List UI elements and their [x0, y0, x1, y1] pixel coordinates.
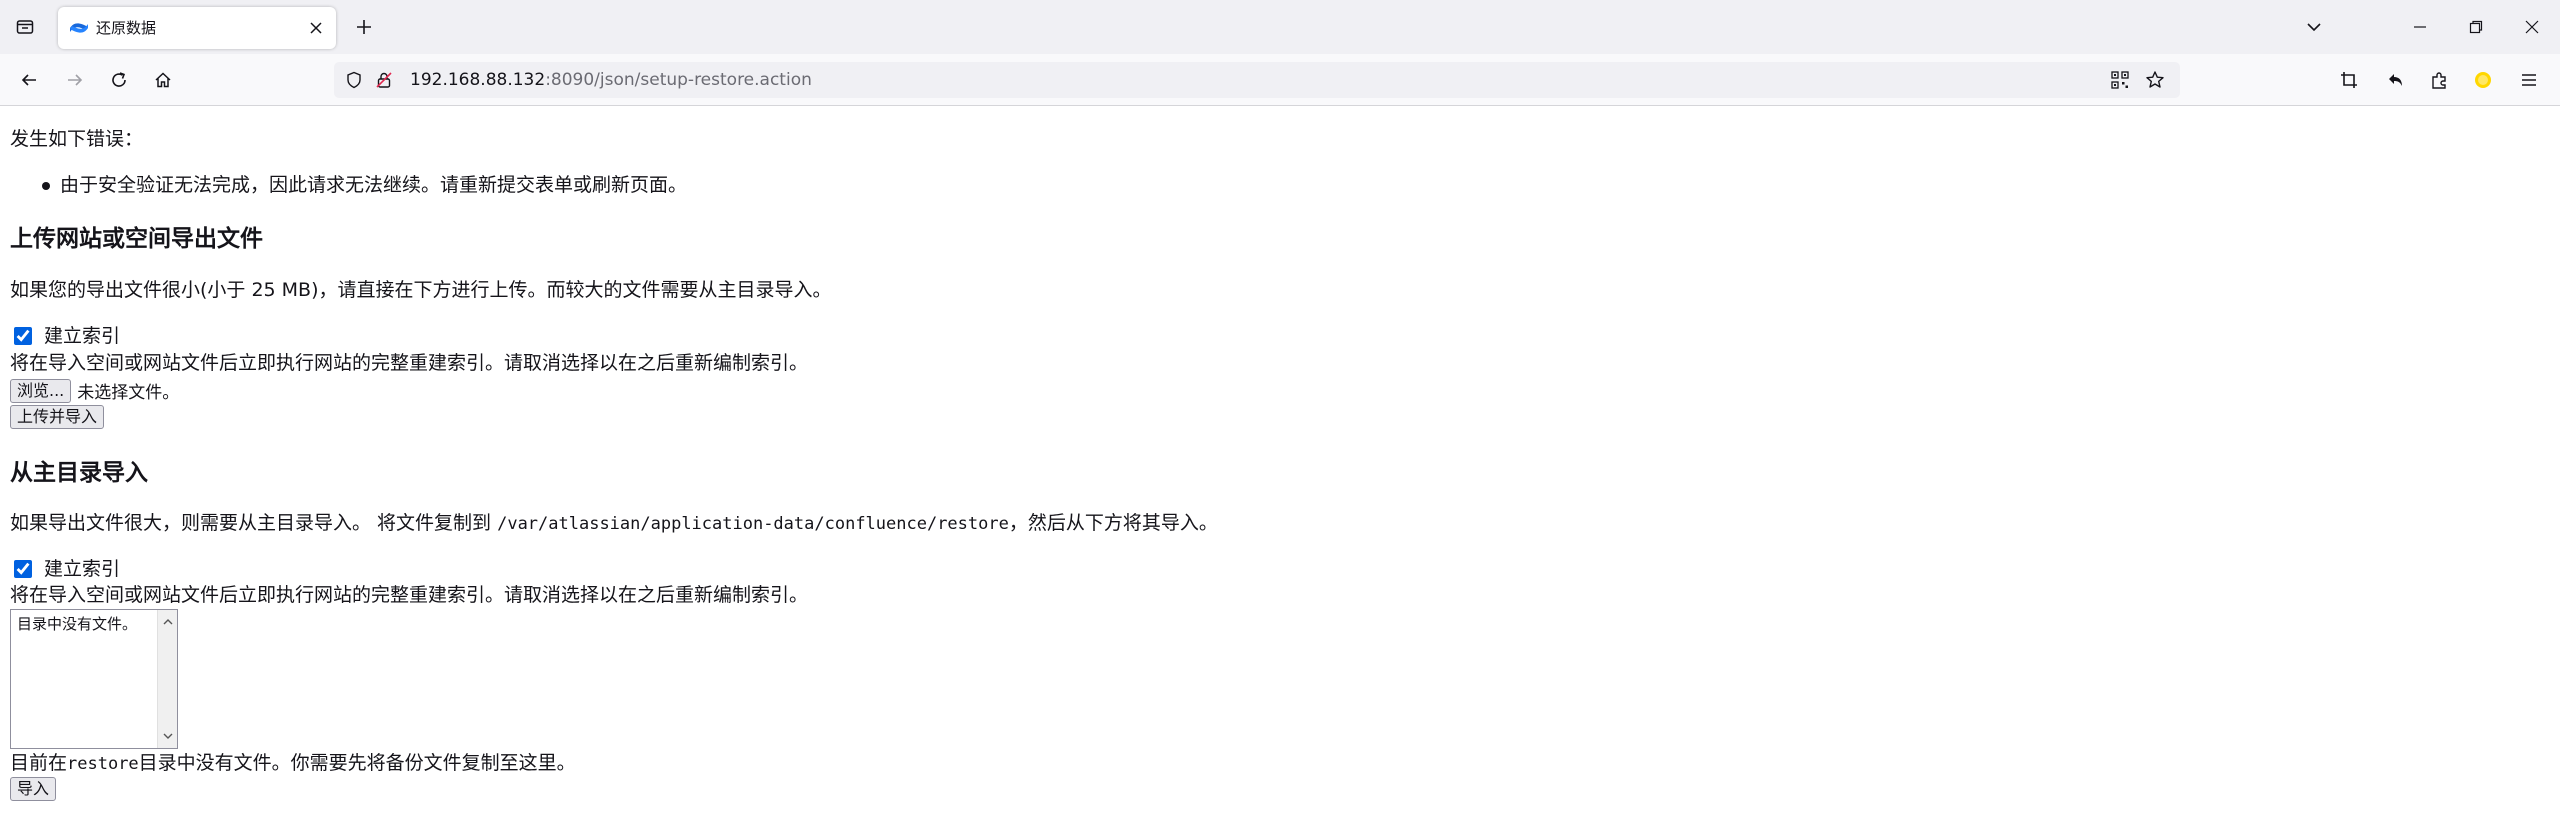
upload-index-option[interactable]: 建立索引 — [10, 323, 120, 349]
upload-section-heading: 上传网站或空间导出文件 — [10, 226, 263, 252]
no-files-suffix: 目录中没有文件。你需要先将备份文件复制至这里。 — [138, 752, 576, 774]
upload-and-import-button[interactable]: 上传并导入 — [10, 405, 105, 429]
active-tab[interactable]: 还原数据 — [58, 7, 336, 49]
restore-path: /var/atlassian/application-data/confluen… — [497, 514, 1009, 534]
scroll-up-arrow-icon[interactable] — [158, 612, 177, 632]
home-index-note: 将在导入空间或网站文件后立即执行网站的完整重建索引。请取消选择以在之后重新编制索… — [10, 584, 809, 606]
url-host: 192.168.88.132 — [410, 70, 546, 90]
back-arrow-icon[interactable] — [14, 65, 44, 95]
navigation-bar: 192.168.88.132:8090/json/setup-restore.a… — [0, 54, 2560, 106]
import-button[interactable]: 导入 — [10, 777, 57, 801]
insecure-lock-icon[interactable] — [374, 70, 394, 90]
home-section-heading: 从主目录导入 — [10, 460, 148, 486]
screenshot-crop-icon[interactable] — [2334, 65, 2364, 95]
file-list-scrollbar[interactable] — [157, 610, 177, 748]
error-item: 由于安全验证无法完成，因此请求无法继续。请重新提交表单或刷新页面。 — [38, 172, 687, 198]
file-list-empty-option[interactable]: 目录中没有文件。 — [17, 614, 137, 634]
home-description: 如果导出文件很大，则需要从主目录导入。 将文件复制到 /var/atlassia… — [10, 510, 1218, 537]
extensions-puzzle-icon[interactable] — [2424, 65, 2454, 95]
tracking-protection-shield-icon[interactable] — [344, 70, 364, 90]
tab-bar: 还原数据 — [0, 0, 2560, 54]
restore-file-list[interactable]: 目录中没有文件。 — [10, 609, 178, 749]
home-description-text: 如果导出文件很大，则需要从主目录导入。 将文件复制到 — [10, 512, 498, 534]
home-index-option[interactable]: 建立索引 — [10, 556, 120, 582]
no-files-prefix: 目前在 — [10, 752, 68, 774]
upload-index-checkbox[interactable] — [14, 327, 32, 345]
scroll-down-arrow-icon[interactable] — [158, 726, 177, 746]
restore-dir-name: restore — [67, 754, 139, 774]
home-icon[interactable] — [148, 65, 178, 95]
close-window-icon[interactable] — [2504, 0, 2560, 54]
forward-arrow-icon[interactable] — [60, 65, 90, 95]
home-description-suffix: ，然后从下方将其导入。 — [1008, 512, 1218, 534]
page-content: 发生如下错误： 由于安全验证无法完成，因此请求无法继续。请重新提交表单或刷新页面… — [0, 106, 2560, 825]
account-avatar-icon[interactable] — [2468, 65, 2498, 95]
home-index-checkbox[interactable] — [14, 560, 32, 578]
restore-window-icon[interactable] — [2448, 0, 2504, 54]
url-path: :8090/json/setup-restore.action — [545, 70, 812, 90]
no-files-message: 目前在restore目录中没有文件。你需要先将备份文件复制至这里。 — [10, 750, 576, 777]
error-list: 由于安全验证无法完成，因此请求无法继续。请重新提交表单或刷新页面。 — [38, 172, 687, 198]
minimize-icon[interactable] — [2392, 0, 2448, 54]
upload-index-label: 建立索引 — [44, 325, 121, 347]
firefox-view-icon[interactable] — [10, 12, 40, 42]
new-tab-icon[interactable] — [350, 13, 378, 41]
upload-index-note: 将在导入空间或网站文件后立即执行网站的完整重建索引。请取消选择以在之后重新编制索… — [10, 352, 809, 374]
hamburger-menu-icon[interactable] — [2514, 65, 2544, 95]
reload-icon[interactable] — [104, 65, 134, 95]
url-text[interactable]: 192.168.88.132:8090/json/setup-restore.a… — [410, 69, 812, 91]
upload-description: 如果您的导出文件很小(小于 25 MB)，请直接在下方进行上传。而较大的文件需要… — [10, 279, 832, 301]
qr-code-icon[interactable] — [2110, 70, 2130, 90]
chevron-down-icon[interactable] — [2300, 13, 2328, 41]
file-picker: 浏览... 未选择文件。 — [10, 378, 179, 403]
undo-arrow-icon[interactable] — [2380, 65, 2410, 95]
error-title: 发生如下错误： — [10, 128, 144, 150]
file-status: 未选择文件。 — [77, 383, 180, 403]
close-tab-icon[interactable] — [306, 18, 326, 38]
tab-title: 还原数据 — [96, 19, 157, 37]
confluence-favicon-icon — [68, 17, 90, 39]
bookmark-star-icon[interactable] — [2144, 69, 2166, 91]
url-bar[interactable]: 192.168.88.132:8090/json/setup-restore.a… — [334, 62, 2180, 98]
home-index-label: 建立索引 — [44, 558, 121, 580]
browse-button[interactable]: 浏览... — [10, 378, 72, 403]
